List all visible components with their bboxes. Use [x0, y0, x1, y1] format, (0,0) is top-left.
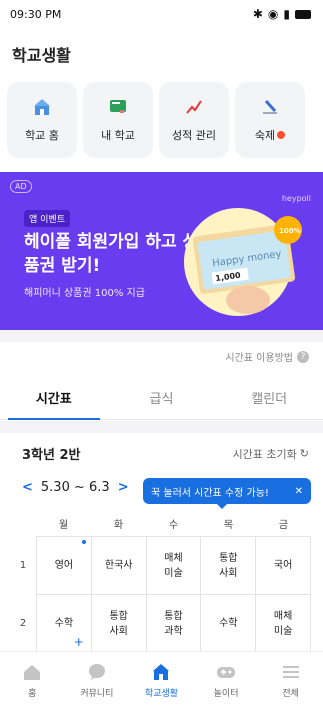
- subject: 매체 미술: [164, 552, 183, 579]
- homework-label: 숙제: [254, 129, 276, 142]
- pencil-icon: [263, 99, 277, 114]
- class-header: 3학년 2반 시간표 초기화 ↻: [22, 444, 309, 463]
- subject: 수학: [219, 618, 238, 629]
- tooltip-text: 꾹 눌러서 시간표 수정 가능!: [151, 487, 269, 499]
- chart-icon: [186, 100, 202, 114]
- bottom-navigation: 홈 커뮤니티 학교생활 놀이터 전체: [0, 651, 323, 709]
- weekday-label: 화: [113, 520, 124, 531]
- nav-home[interactable]: 홈: [0, 652, 65, 709]
- add-memo-icon[interactable]: +: [74, 635, 84, 650]
- week-range: 5.30 ~ 6.3: [40, 480, 110, 495]
- class-cell[interactable]: 수학 +: [36, 594, 91, 652]
- subject: 통합 사회: [219, 552, 238, 579]
- edit-hint-tooltip: 꾹 눌러서 시간표 수정 가능! ✕: [143, 478, 311, 509]
- gift-card-illustration: Happy money 1,000 100%: [184, 208, 302, 316]
- nav-all[interactable]: 전체: [258, 652, 323, 709]
- tab-timetable[interactable]: 시간표: [0, 376, 108, 420]
- refresh-icon: ↻: [299, 447, 309, 460]
- chat-bubble-icon: [88, 663, 105, 680]
- subject: 영어: [54, 560, 74, 571]
- school-icon: [34, 99, 50, 115]
- class-cell[interactable]: 영어: [36, 536, 91, 594]
- subject: 수학: [54, 618, 74, 629]
- battery-icon: [295, 9, 311, 19]
- nav-label: 놀이터: [213, 688, 239, 699]
- page-title: 학교생활: [12, 46, 71, 65]
- quick-grades-button[interactable]: 성적 관리: [159, 82, 229, 158]
- question-icon: ?: [297, 350, 309, 363]
- quick-menu: 학교 홈 내 학교 성적 관리 숙제: [0, 82, 323, 158]
- weekday-header: 월 화 수 목 금: [36, 516, 311, 531]
- nav-school-life[interactable]: 학교생활: [129, 652, 194, 709]
- quick-homework-button[interactable]: 숙제: [235, 82, 305, 158]
- weekday-label: 수: [168, 520, 179, 531]
- bluetooth-icon: ✱: [252, 7, 263, 21]
- nav-community[interactable]: 커뮤니티: [65, 652, 130, 709]
- period-row: 2 수학 + 통합 사회 통합 과학 수학 매체 미술: [10, 594, 311, 652]
- status-bar: 09:30 PM ✱ ◉ ▮: [0, 0, 323, 28]
- reset-timetable-button[interactable]: 시간표 초기화 ↻: [233, 446, 309, 462]
- subject: 통합 사회: [109, 610, 128, 637]
- period-number: 1: [19, 559, 27, 571]
- class-cell[interactable]: 매체 미술: [255, 594, 311, 652]
- subject: 국어: [273, 560, 293, 571]
- quick-my-school-button[interactable]: 내 학교: [83, 82, 153, 158]
- quick-school-home-button[interactable]: 학교 홈: [7, 82, 77, 158]
- ad-banner[interactable]: AD heypoll 앱 이벤트 헤이폴 회원가입 하고 상품권 받기! 해피머…: [0, 172, 323, 330]
- menu-icon: [282, 665, 299, 678]
- event-tag: 앱 이벤트: [24, 210, 70, 227]
- period-number: 2: [19, 617, 27, 629]
- weekday-label: 금: [278, 520, 289, 531]
- next-week-button[interactable]: >: [118, 480, 129, 495]
- nav-label: 커뮤니티: [80, 688, 114, 699]
- nav-label: 학교생활: [144, 688, 179, 699]
- subject: 한국사: [104, 560, 133, 571]
- signal-icon: ▮: [283, 7, 290, 21]
- class-cell[interactable]: 매체 미술: [145, 536, 201, 594]
- nav-label: 전체: [282, 688, 299, 699]
- memo-dot: [81, 540, 86, 544]
- weekday-label: 목: [223, 520, 234, 531]
- tab-calendar[interactable]: 캘린더: [215, 376, 323, 419]
- timetable-grid: 1 영어 한국사 매체 미술 통합 사회 국어 2 수학 + 통합 사회 통합 과…: [10, 536, 311, 652]
- prev-week-button[interactable]: <: [22, 480, 33, 495]
- tab-bar: 시간표 급식 캘린더: [0, 376, 323, 420]
- close-icon[interactable]: ✕: [295, 486, 303, 497]
- class-cell[interactable]: 통합 과학: [145, 594, 201, 652]
- class-cell[interactable]: 국어: [255, 536, 311, 594]
- nav-playground[interactable]: 놀이터: [194, 652, 259, 709]
- quick-label: 성적 관리: [172, 129, 216, 142]
- class-cell[interactable]: 통합 사회: [200, 536, 256, 594]
- class-cell[interactable]: 수학: [200, 594, 256, 652]
- section-divider: [0, 330, 323, 342]
- quick-label: 학교 홈: [25, 129, 59, 142]
- reset-label: 시간표 초기화: [232, 447, 297, 461]
- tab-meals[interactable]: 급식: [108, 376, 216, 419]
- section-divider: [0, 421, 323, 433]
- status-icons: ✱ ◉ ▮: [253, 7, 311, 21]
- quick-label: 내 학교: [101, 129, 135, 142]
- blackboard-icon: [110, 100, 126, 113]
- coin-text: 100%: [279, 227, 301, 235]
- new-badge: [277, 131, 286, 139]
- timetable-guide-link[interactable]: 시간표 이용방법 ?: [225, 349, 309, 364]
- school-icon: [153, 663, 170, 680]
- gamepad-icon: [217, 666, 236, 678]
- week-navigator: < 5.30 ~ 6.3 >: [22, 480, 129, 495]
- class-cell[interactable]: 통합 사회: [90, 594, 146, 652]
- nav-label: 홈: [28, 688, 37, 699]
- class-cell[interactable]: 한국사: [90, 536, 146, 594]
- guide-label: 시간표 이용방법: [225, 353, 293, 364]
- home-icon: [24, 664, 41, 680]
- wifi-icon: ◉: [267, 7, 279, 21]
- period-row: 1 영어 한국사 매체 미술 통합 사회 국어: [10, 536, 311, 594]
- weekday-label: 월: [58, 520, 69, 531]
- status-time: 09:30 PM: [10, 7, 62, 21]
- ad-badge: AD: [10, 180, 32, 193]
- subject: 통합 과학: [164, 610, 183, 637]
- banner-subtitle: 해피머니 상품권 100% 지급: [24, 288, 145, 299]
- class-name: 3학년 2반: [22, 448, 81, 463]
- quick-label: 숙제: [254, 127, 286, 143]
- subject: 매체 미술: [273, 610, 293, 637]
